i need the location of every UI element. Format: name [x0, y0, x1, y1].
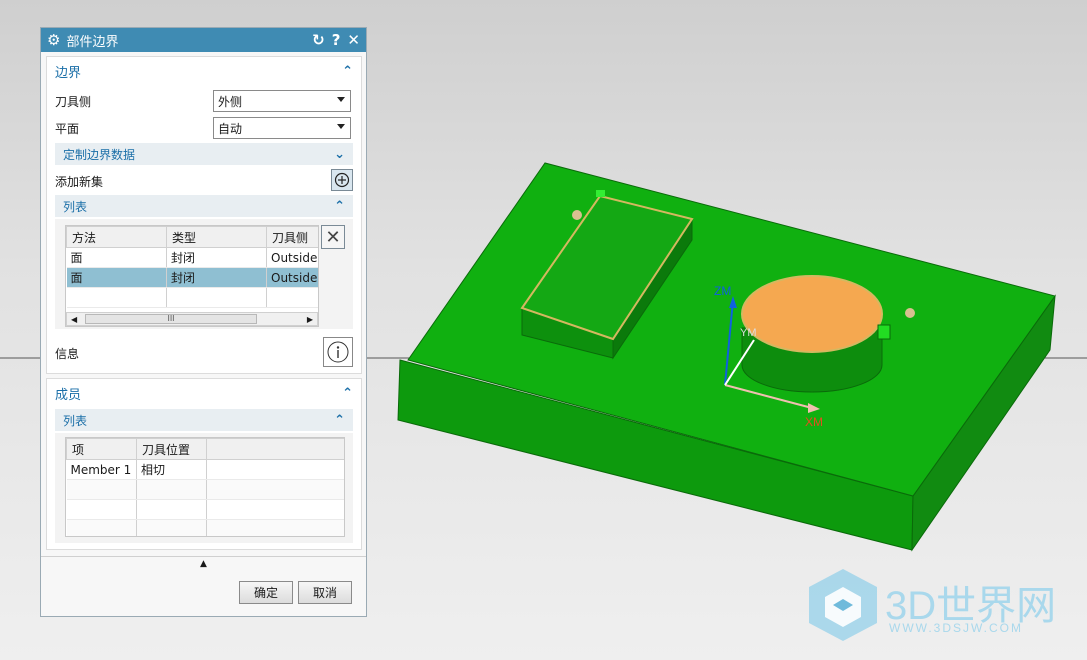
cell-type: 封闭 — [166, 267, 267, 288]
add-new-set-row: 添加新集 — [55, 169, 355, 193]
scrollbar-thumb[interactable]: III — [85, 314, 257, 324]
gear-icon[interactable]: ⚙ — [47, 31, 60, 49]
col-type-header[interactable]: 类型 — [166, 226, 267, 248]
members-list-panel: 项 刀具位置 Member 1 相切 — [55, 433, 353, 543]
dialog-titlebar[interactable]: ⚙ 部件边界 ↻ ? ✕ — [41, 28, 366, 52]
scroll-left-icon[interactable]: ◀ — [71, 315, 77, 324]
members-list-title: 列表 — [63, 413, 88, 428]
more-options-toggle[interactable]: ▲ — [41, 556, 366, 571]
cube-logo-icon — [809, 569, 877, 641]
ok-button[interactable]: 确定 — [239, 581, 293, 604]
custom-boundary-data-label: 定制边界数据 — [63, 147, 136, 162]
part-boundary-dialog: ⚙ 部件边界 ↻ ? ✕ 边界 ⌃ 刀具侧 外侧 平面 自动 定制边界数据 ⌄ … — [40, 27, 367, 617]
add-new-set-button[interactable] — [331, 169, 353, 191]
axis-ym-label: YM — [740, 327, 757, 339]
plane-select[interactable]: 自动 — [213, 117, 351, 139]
add-new-set-label: 添加新集 — [55, 174, 104, 189]
tool-side-row: 刀具侧 外侧 — [55, 89, 355, 113]
col-method-header[interactable]: 方法 — [66, 226, 167, 248]
watermark: 3D世界网 WWW.3DSJW.COM — [805, 565, 1075, 645]
members-list-header[interactable]: 列表 ⌃ — [55, 409, 353, 431]
boundary-list-title: 列表 — [63, 199, 88, 214]
axis-xm-label: XM — [805, 415, 823, 429]
col-item-header[interactable]: 项 — [66, 438, 137, 460]
triangle-up-icon: ▲ — [200, 559, 207, 569]
cell-tool-position: 相切 — [136, 459, 207, 480]
boundary-section: 边界 ⌃ 刀具侧 外侧 平面 自动 定制边界数据 ⌄ 添加新集 列表 ⌃ 方法 … — [46, 56, 362, 374]
table-row-empty — [66, 479, 344, 500]
boundary-list-table: 方法 类型 刀具侧 面 封闭 Outside 面 封闭 Outside — [66, 226, 318, 308]
table-row-empty — [66, 519, 344, 536]
boundary-section-header[interactable]: 边界 ⌃ — [47, 57, 361, 85]
cell-item: Member 1 — [66, 459, 137, 480]
col-tool-position-header[interactable]: 刀具位置 — [136, 438, 207, 460]
watermark-url: WWW.3DSJW.COM — [889, 621, 1023, 635]
info-row: 信息 — [55, 337, 355, 369]
custom-boundary-data-header[interactable]: 定制边界数据 ⌄ — [55, 143, 353, 165]
close-icon[interactable]: ✕ — [347, 31, 360, 49]
chevron-up-icon[interactable]: ⌃ — [334, 199, 345, 214]
dropdown-arrow-icon — [337, 124, 345, 129]
chevron-up-icon[interactable]: ⌃ — [342, 386, 353, 401]
help-icon[interactable]: ? — [332, 31, 341, 49]
cell-method: 面 — [66, 267, 167, 288]
cell-tool-side: Outside — [266, 247, 318, 268]
members-table: 项 刀具位置 Member 1 相切 — [66, 438, 344, 536]
table-row[interactable]: 面 封闭 Outside — [66, 247, 318, 268]
tool-side-select[interactable]: 外侧 — [213, 90, 351, 112]
base-block[interactable] — [397, 162, 1056, 552]
info-label: 信息 — [55, 346, 80, 361]
cell-method: 面 — [66, 247, 167, 268]
members-section-title: 成员 — [55, 387, 82, 403]
cell-tool-side: Outside — [266, 267, 318, 288]
table-row[interactable]: Member 1 相切 — [66, 459, 344, 480]
dropdown-arrow-icon — [337, 97, 345, 102]
scroll-right-icon[interactable]: ▶ — [307, 315, 313, 324]
info-button[interactable] — [323, 337, 353, 367]
boundary-list-panel: 方法 类型 刀具侧 面 封闭 Outside 面 封闭 Outside ◀ II… — [55, 219, 353, 329]
boundary-section-title: 边界 — [55, 65, 82, 81]
table-header-row: 项 刀具位置 — [66, 438, 344, 460]
reset-icon[interactable]: ↻ — [312, 31, 325, 49]
table-row-empty — [66, 287, 318, 308]
table-header-row: 方法 类型 刀具侧 — [66, 226, 318, 248]
col-empty-header — [206, 438, 344, 460]
chevron-up-icon[interactable]: ⌃ — [334, 413, 345, 428]
plane-label: 平面 — [55, 121, 80, 136]
plane-value: 自动 — [218, 121, 243, 136]
boundary-list-header[interactable]: 列表 ⌃ — [55, 195, 353, 217]
horizontal-scrollbar[interactable]: ◀ III ▶ — [66, 312, 318, 326]
remove-boundary-button[interactable]: ✕ — [321, 225, 345, 249]
tool-side-label: 刀具侧 — [55, 94, 92, 109]
info-icon — [327, 341, 349, 363]
cancel-button[interactable]: 取消 — [298, 581, 352, 604]
cell-type: 封闭 — [166, 247, 267, 268]
dialog-title: 部件边界 — [66, 34, 119, 50]
tool-side-value: 外侧 — [218, 94, 243, 109]
chevron-up-icon[interactable]: ⌃ — [342, 64, 353, 79]
plus-circle-icon — [334, 172, 350, 188]
members-section-header[interactable]: 成员 ⌃ — [47, 379, 361, 407]
members-table-wrap: 项 刀具位置 Member 1 相切 — [65, 437, 345, 537]
plane-row: 平面 自动 — [55, 116, 355, 140]
members-section: 成员 ⌃ 列表 ⌃ 项 刀具位置 Member 1 相切 — [46, 378, 362, 550]
table-row-selected[interactable]: 面 封闭 Outside — [66, 267, 318, 288]
chevron-down-icon[interactable]: ⌄ — [334, 147, 345, 162]
col-tool-side-header[interactable]: 刀具侧 — [266, 226, 318, 248]
table-row-empty — [66, 499, 344, 520]
delete-x-icon: ✕ — [325, 226, 341, 248]
axis-zm-label: ZM — [714, 284, 731, 298]
boundary-list-table-wrap: 方法 类型 刀具侧 面 封闭 Outside 面 封闭 Outside ◀ II… — [65, 225, 319, 327]
